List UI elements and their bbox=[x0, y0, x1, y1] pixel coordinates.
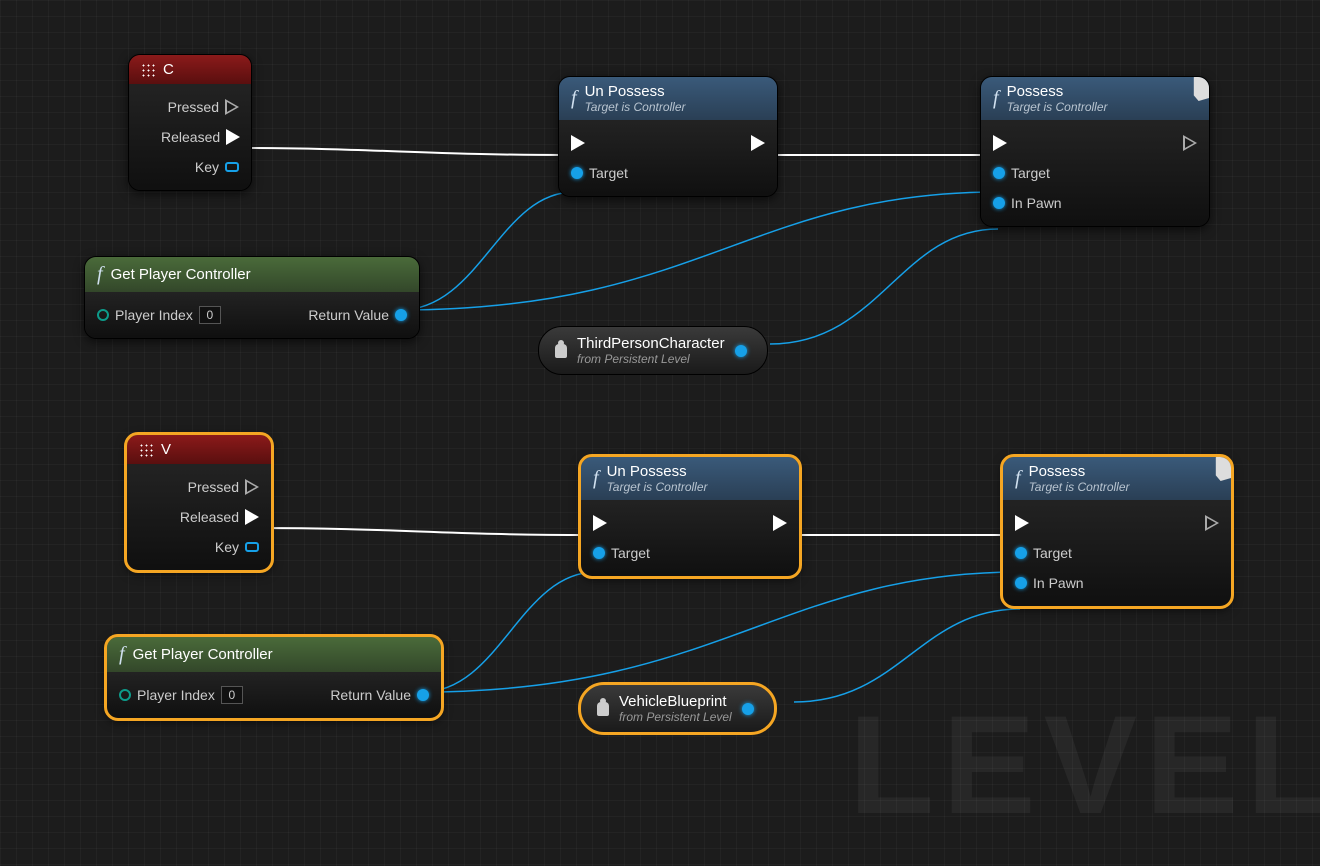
data-in-inpawn[interactable]: In Pawn bbox=[993, 195, 1062, 211]
node-get-player-controller-2[interactable]: f Get Player Controller Player Index Ret… bbox=[106, 636, 442, 719]
function-icon: f bbox=[571, 87, 577, 110]
node-ref-thirdpersoncharacter[interactable]: ThirdPersonCharacter from Persistent Lev… bbox=[538, 326, 768, 375]
node-input-event-c[interactable]: C Pressed Released Key bbox=[128, 54, 252, 191]
node-possess-1[interactable]: f Possess Target is Controller Target In… bbox=[980, 76, 1210, 227]
keyboard-icon bbox=[139, 443, 153, 457]
data-in-inpawn[interactable]: In Pawn bbox=[1015, 575, 1084, 591]
data-out[interactable] bbox=[735, 345, 747, 357]
node-possess-2[interactable]: f Possess Target is Controller Target In… bbox=[1002, 456, 1232, 607]
exec-in[interactable] bbox=[1015, 515, 1029, 531]
node-title: Possess bbox=[1007, 83, 1197, 100]
exec-out[interactable] bbox=[1183, 135, 1197, 151]
node-input-event-v[interactable]: V Pressed Released Key bbox=[126, 434, 272, 571]
function-icon: f bbox=[1015, 467, 1021, 490]
player-index-input[interactable] bbox=[199, 306, 221, 324]
node-subtitle: Target is Controller bbox=[585, 100, 765, 114]
exec-out[interactable] bbox=[751, 135, 765, 151]
data-out-return[interactable]: Return Value bbox=[308, 307, 407, 323]
node-header: V bbox=[127, 435, 271, 464]
node-title: Get Player Controller bbox=[111, 266, 407, 283]
data-out-key[interactable]: Key bbox=[195, 159, 239, 175]
node-header: f Get Player Controller bbox=[85, 257, 419, 292]
data-in-player-index[interactable]: Player Index bbox=[97, 306, 221, 324]
exec-in[interactable] bbox=[993, 135, 1007, 151]
data-in-player-index[interactable]: Player Index bbox=[119, 686, 243, 704]
node-subtitle: Target is Controller bbox=[1007, 100, 1197, 114]
function-icon: f bbox=[593, 467, 599, 490]
node-header: C bbox=[129, 55, 251, 84]
exec-out-pressed[interactable]: Pressed bbox=[168, 99, 239, 115]
node-title: Possess bbox=[1029, 463, 1219, 480]
exec-out[interactable] bbox=[1205, 515, 1219, 531]
node-title: C bbox=[163, 61, 174, 78]
exec-in[interactable] bbox=[593, 515, 607, 531]
node-title: Un Possess bbox=[585, 83, 765, 100]
data-out[interactable] bbox=[742, 703, 754, 715]
actor-ref-icon bbox=[555, 344, 567, 358]
node-title: Get Player Controller bbox=[133, 646, 429, 663]
node-title: Un Possess bbox=[607, 463, 787, 480]
function-icon: f bbox=[97, 263, 103, 286]
node-subtitle: Target is Controller bbox=[1029, 480, 1219, 494]
player-index-input[interactable] bbox=[221, 686, 243, 704]
function-icon: f bbox=[119, 643, 125, 666]
exec-out[interactable] bbox=[773, 515, 787, 531]
node-unpossess-1[interactable]: f Un Possess Target is Controller Target bbox=[558, 76, 778, 197]
data-in-target[interactable]: Target bbox=[1015, 545, 1072, 561]
exec-out-pressed[interactable]: Pressed bbox=[188, 479, 259, 495]
node-header: f Possess Target is Controller bbox=[981, 77, 1209, 120]
exec-out-released[interactable]: Released bbox=[180, 509, 259, 525]
node-header: f Un Possess Target is Controller bbox=[559, 77, 777, 120]
data-in-target[interactable]: Target bbox=[571, 165, 628, 181]
function-icon: f bbox=[993, 87, 999, 110]
data-in-target[interactable]: Target bbox=[593, 545, 650, 561]
exec-out-released[interactable]: Released bbox=[161, 129, 240, 145]
ref-subtitle: from Persistent Level bbox=[619, 710, 732, 724]
ref-title: VehicleBlueprint bbox=[619, 693, 732, 710]
data-out-key[interactable]: Key bbox=[215, 539, 259, 555]
node-header: f Possess Target is Controller bbox=[1003, 457, 1231, 500]
exec-in[interactable] bbox=[571, 135, 585, 151]
node-header: f Un Possess Target is Controller bbox=[581, 457, 799, 500]
node-ref-vehicleblueprint[interactable]: VehicleBlueprint from Persistent Level bbox=[580, 684, 775, 733]
actor-ref-icon bbox=[597, 702, 609, 716]
node-subtitle: Target is Controller bbox=[607, 480, 787, 494]
node-title: V bbox=[161, 441, 171, 458]
ref-title: ThirdPersonCharacter bbox=[577, 335, 725, 352]
data-out-return[interactable]: Return Value bbox=[330, 687, 429, 703]
keyboard-icon bbox=[141, 63, 155, 77]
node-unpossess-2[interactable]: f Un Possess Target is Controller Target bbox=[580, 456, 800, 577]
ref-subtitle: from Persistent Level bbox=[577, 352, 725, 366]
node-header: f Get Player Controller bbox=[107, 637, 441, 672]
data-in-target[interactable]: Target bbox=[993, 165, 1050, 181]
blueprint-watermark: LEVEL bbox=[849, 684, 1320, 846]
node-get-player-controller-1[interactable]: f Get Player Controller Player Index Ret… bbox=[84, 256, 420, 339]
